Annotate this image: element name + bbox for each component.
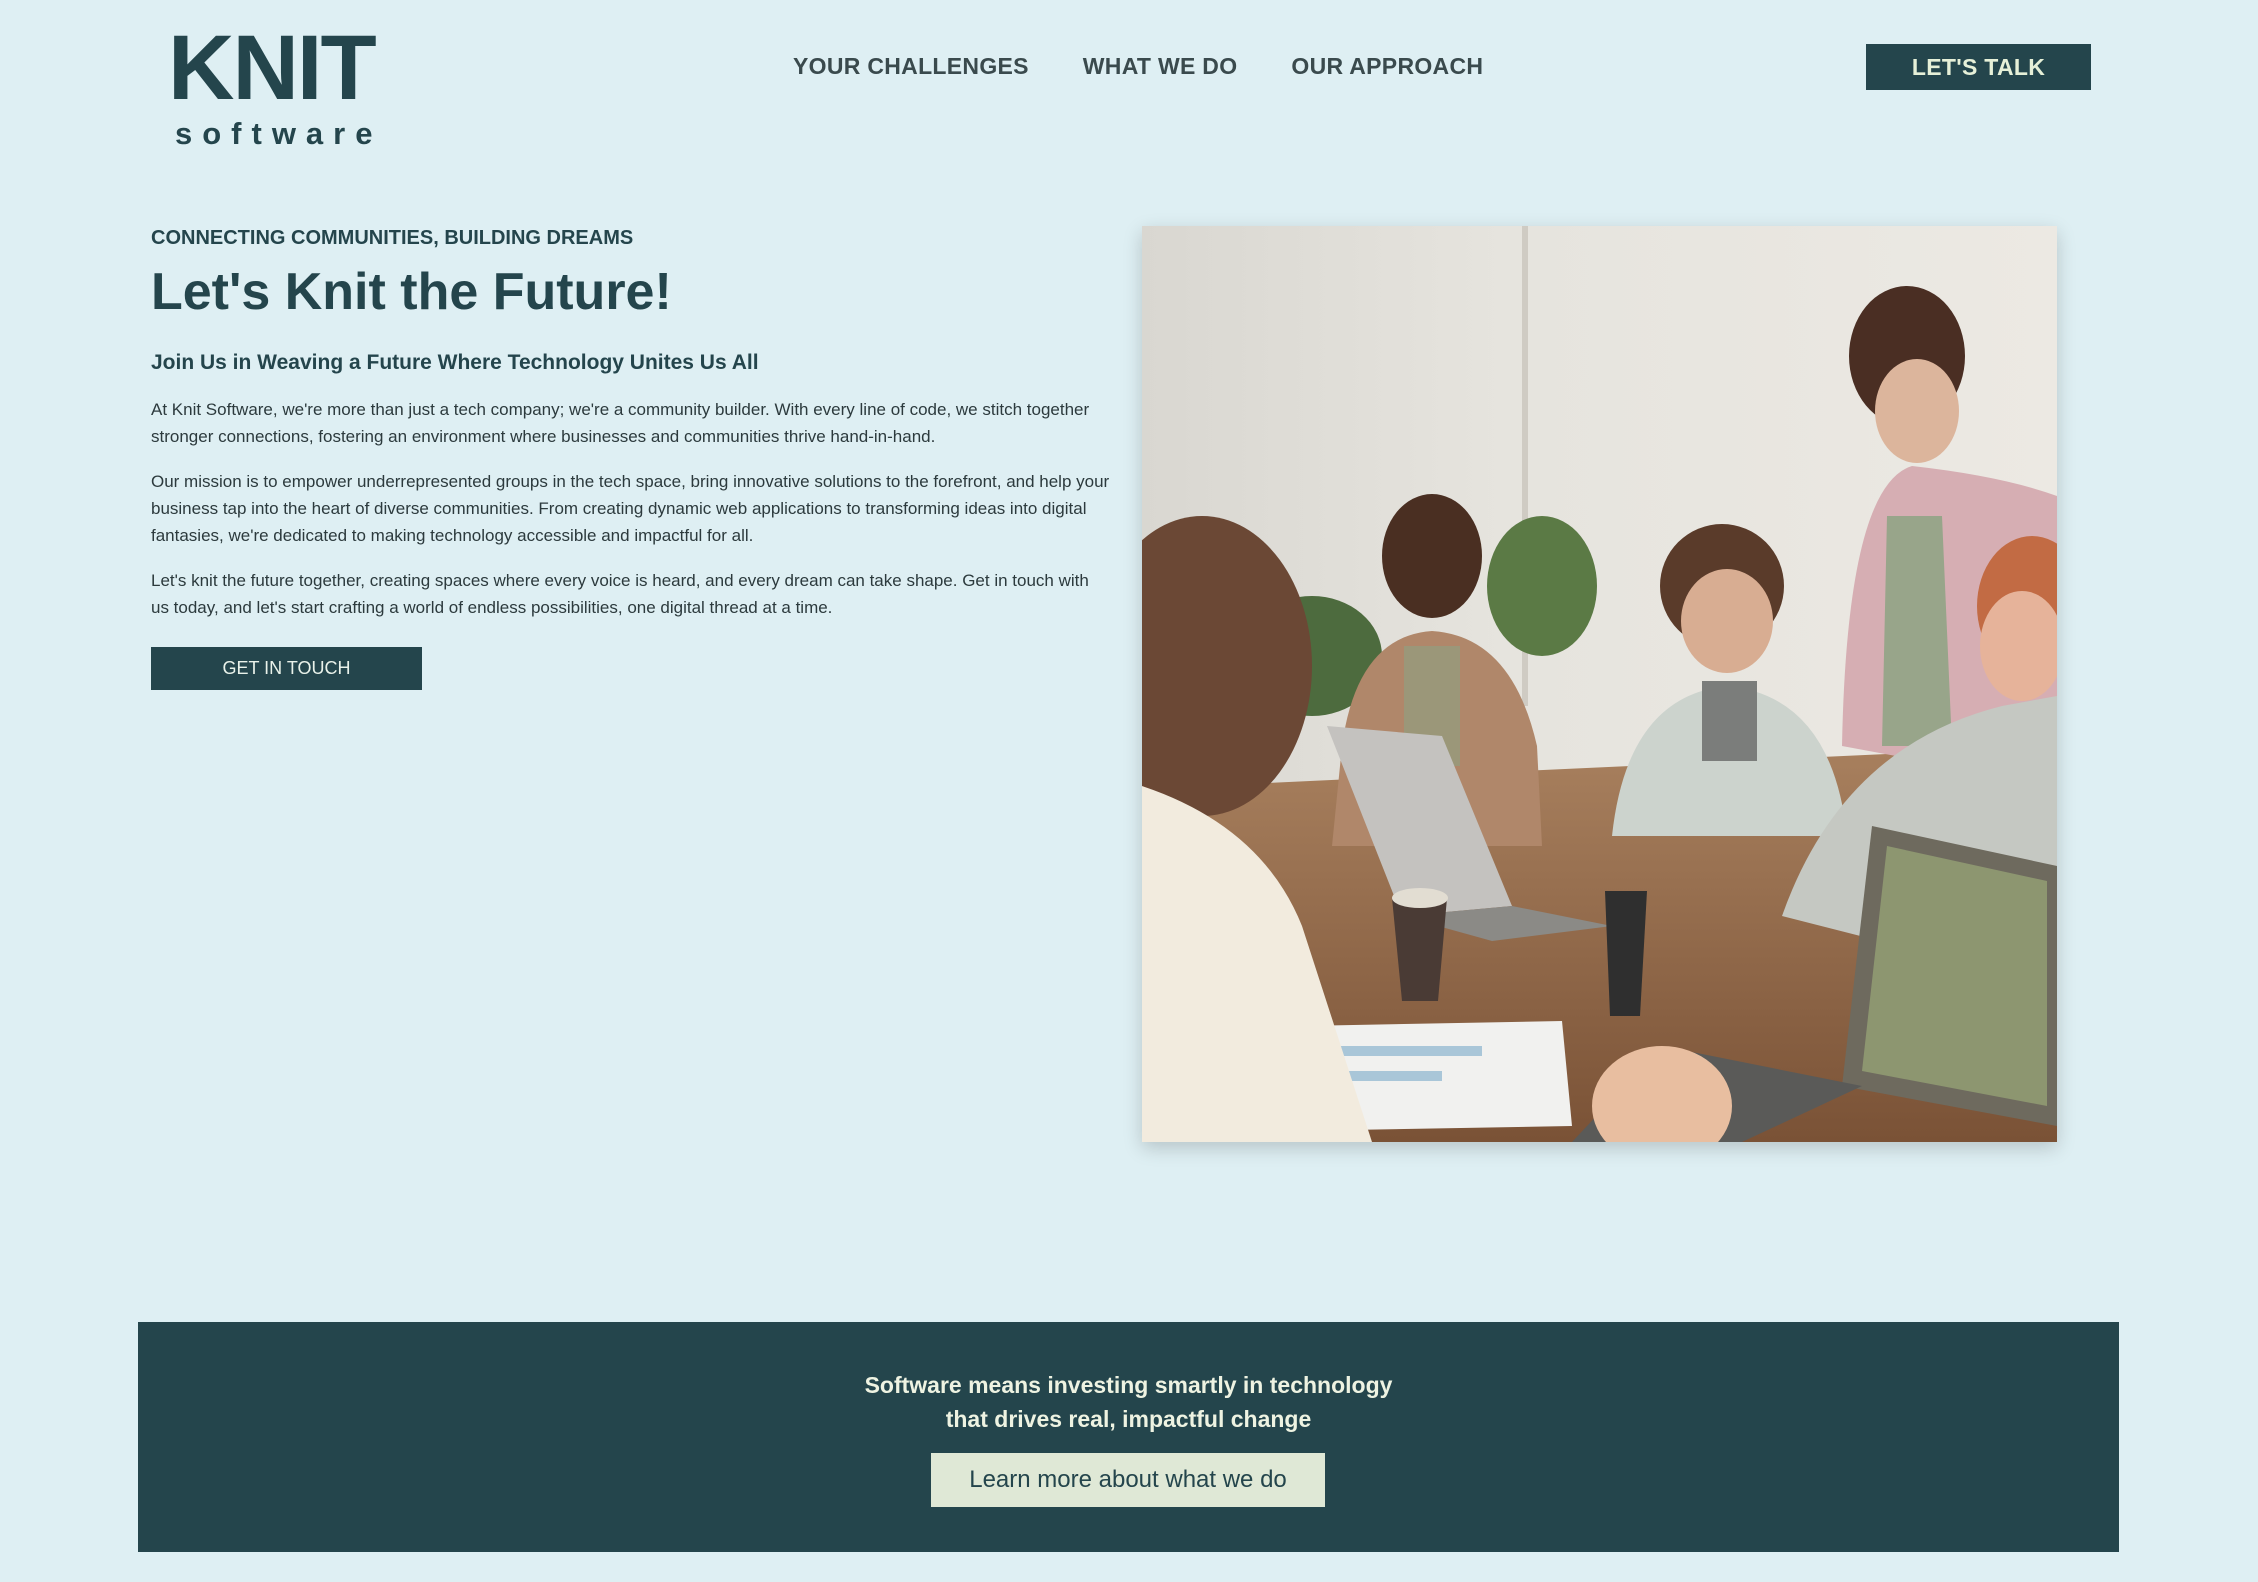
get-in-touch-button[interactable]: GET IN TOUCH [151,647,422,690]
brand-logo[interactable]: KNIT software [168,22,377,150]
hero-headline: Let's Knit the Future! [151,263,672,321]
hero-eyebrow: CONNECTING COMMUNITIES, BUILDING DREAMS [151,227,634,249]
hero-paragraph-3: Let's knit the future together, creating… [151,571,1089,617]
hero-paragraph-2: Our mission is to empower underrepresent… [151,472,1110,545]
team-meeting-photo [1142,226,2057,1142]
nav-your-challenges[interactable]: YOUR CHALLENGES [793,48,1029,84]
logo-subtitle: software [175,116,383,151]
hero-section: CONNECTING COMMUNITIES, BUILDING DREAMS … [151,226,1111,690]
band-line-2: that drives real, impactful change [945,1406,1312,1432]
nav-what-we-do[interactable]: WHAT WE DO [1083,48,1238,84]
learn-more-button[interactable]: Learn more about what we do [931,1453,1325,1507]
hero-paragraph-1: At Knit Software, we're more than just a… [151,400,1090,446]
band-line-1: Software means investing smartly in tech… [864,1372,1393,1398]
lets-talk-button[interactable]: LET'S TALK [1866,44,2091,90]
hero-subhead: Join Us in Weaving a Future Where Techno… [151,351,759,374]
main-nav: YOUR CHALLENGES WHAT WE DO OUR APPROACH [793,48,1483,84]
band-message: Software means investing smartly in tech… [138,1368,2119,1436]
cta-band: Software means investing smartly in tech… [138,1322,2119,1552]
logo-wordmark: KNIT [168,17,377,119]
nav-our-approach[interactable]: OUR APPROACH [1291,48,1483,84]
